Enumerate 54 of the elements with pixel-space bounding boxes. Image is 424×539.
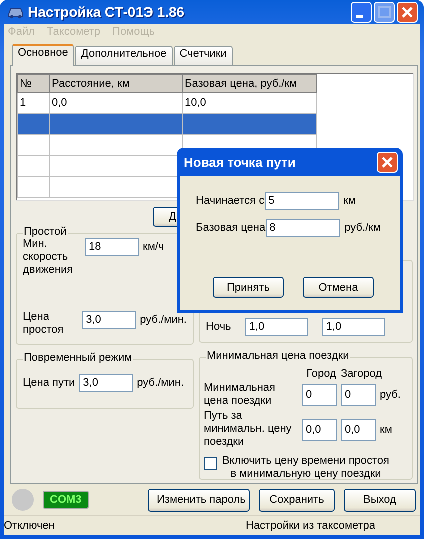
field-label: Цена пути (23, 376, 76, 390)
group-title: Повременный режим (23, 352, 134, 364)
field-label: Базовая цена (196, 222, 266, 234)
unit-label: км/ч (143, 241, 164, 253)
input-field[interactable]: 1,0 (245, 318, 308, 336)
group-title: Простой (23, 226, 68, 238)
dialog-button[interactable]: Принять (213, 277, 284, 298)
dialog-title: Новая точка пути (184, 154, 296, 170)
status-text: Настройки из таксометра (246, 520, 376, 532)
maximize-icon[interactable] (374, 2, 395, 22)
column-header[interactable]: Расстояние, км (50, 74, 182, 92)
close-icon[interactable] (397, 2, 418, 22)
checkbox-label: Включить цену времени простоя в минимальную цену поездки (221, 455, 391, 481)
input-field[interactable]: 8 (266, 219, 340, 237)
field-label: Цена простоя (23, 311, 65, 337)
footer-button[interactable]: Выход (344, 488, 416, 512)
input-field[interactable]: 3,0 (82, 311, 136, 329)
input-field[interactable]: 5 (264, 192, 339, 210)
column-header[interactable]: Базовая цена, руб./км (182, 74, 316, 92)
input-field[interactable]: 0 (341, 384, 376, 406)
input-field[interactable]: 0 (302, 384, 337, 406)
footer-button[interactable]: Сохранить (259, 488, 335, 512)
group-title: Минимальная цена поездки (206, 350, 350, 362)
input-field[interactable]: 1,0 (322, 318, 386, 336)
status-text: Отключен (4, 520, 56, 532)
unit-label: руб./км (344, 222, 382, 234)
column-header: Загород (341, 368, 382, 380)
window-title: Настройка СТ-01Э 1.86 (28, 4, 186, 20)
tab[interactable]: Основное (12, 44, 74, 66)
unit-label: руб./мин. (137, 377, 184, 389)
column-header: Город (306, 368, 338, 380)
input-field[interactable]: 3,0 (79, 374, 134, 392)
unit-label: руб. (380, 389, 401, 401)
unit-label: руб./мин. (140, 314, 187, 326)
unit-label: км (344, 195, 357, 207)
field-label: Мин. скорость движения (23, 238, 74, 277)
minimize-icon[interactable] (351, 2, 372, 22)
field-label: Минимальная цена поездки (204, 382, 277, 408)
dialog-button[interactable]: Отмена (303, 277, 374, 298)
input-field[interactable]: 0,0 (302, 418, 337, 440)
field-label: Путь за минимальн. цену поездки (204, 410, 293, 449)
checkbox[interactable] (204, 457, 217, 470)
tab[interactable]: Дополнительное (75, 46, 173, 65)
field-label: Ночь (206, 320, 232, 334)
tab[interactable]: Счетчики (174, 46, 233, 65)
unit-label: км (380, 424, 392, 436)
port-badge: COM3 (43, 491, 89, 509)
column-header[interactable]: № (18, 74, 50, 92)
input-field[interactable]: 18 (85, 238, 139, 256)
close-icon[interactable] (377, 152, 398, 172)
selected-row[interactable] (18, 114, 50, 134)
field-label: Начинается с (196, 195, 265, 207)
footer-button[interactable]: Изменить пароль (148, 488, 250, 512)
input-field[interactable]: 0,0 (341, 418, 376, 440)
